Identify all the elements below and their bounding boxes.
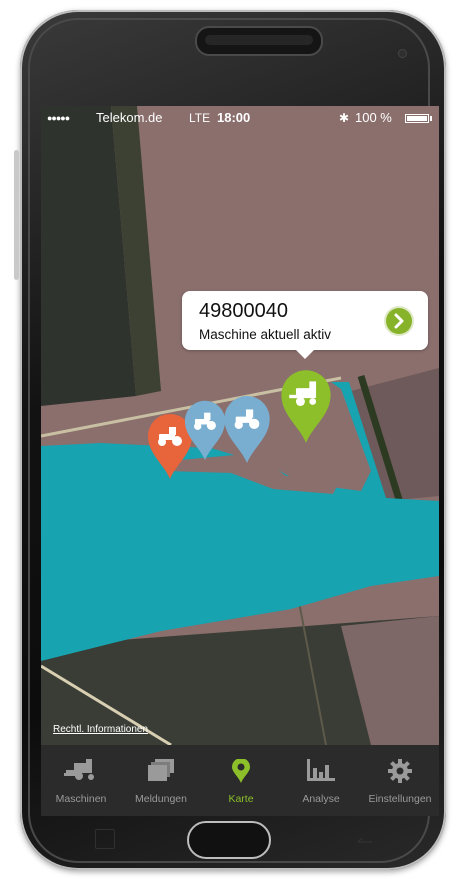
bar-chart-icon [307,759,335,781]
tab-label-einstellungen: Einstellungen [368,793,432,805]
battery-icon [405,114,429,123]
tab-label-meldungen: Meldungen [135,793,187,805]
callout-pointer [295,349,315,359]
tab-karte[interactable]: Karte [201,745,281,816]
gear-icon [388,759,412,783]
home-button [187,821,271,859]
map-marker-tractor-blue-2[interactable] [223,394,271,464]
back-key-icon [357,837,372,843]
tab-maschinen[interactable]: Maschinen [41,745,121,816]
tab-bar: Maschinen Meldungen Karte Analyse Einste… [41,745,439,816]
machine-callout[interactable]: 49800040 Maschine aktuell aktiv [182,291,428,350]
tab-meldungen[interactable]: Meldungen [121,745,201,816]
earpiece-grille [205,35,313,45]
carrier-name: Telekom.de [96,110,163,125]
legal-info-link[interactable]: Rechtl. Informationen [53,724,148,735]
front-camera-icon [399,50,406,57]
chevron-right-icon[interactable] [386,308,412,334]
side-button [14,150,19,280]
map-pin-icon [232,759,250,783]
map-marker-tractor-blue-1[interactable] [184,398,226,462]
machine-status: Maschine aktuell aktiv [199,327,332,342]
machine-id: 49800040 [199,300,288,322]
tab-einstellungen[interactable]: Einstellungen [361,745,439,816]
network-type: LTE [189,111,211,125]
tab-label-karte: Karte [228,793,254,805]
tab-label-analyse: Analyse [302,793,340,805]
recent-apps-key [95,829,115,849]
tab-label-maschinen: Maschinen [55,793,107,805]
map-marker-combine-green[interactable] [280,368,332,444]
signal-strength-icon: ●●●●● [47,113,70,123]
tab-analyse[interactable]: Analyse [281,745,361,816]
clock: 18:00 [217,110,251,125]
messages-stack-icon [148,759,174,781]
combine-harvester-icon [64,759,94,780]
bluetooth-icon: ✱ [339,111,350,125]
battery-tip [430,116,432,121]
status-bar: ●●●●● Telekom.de LTE 18:00 ✱ 100 % [41,106,439,130]
app-screen: ●●●●● Telekom.de LTE 18:00 ✱ 100 % 49800… [41,106,439,816]
battery-percent: 100 % [355,110,392,125]
